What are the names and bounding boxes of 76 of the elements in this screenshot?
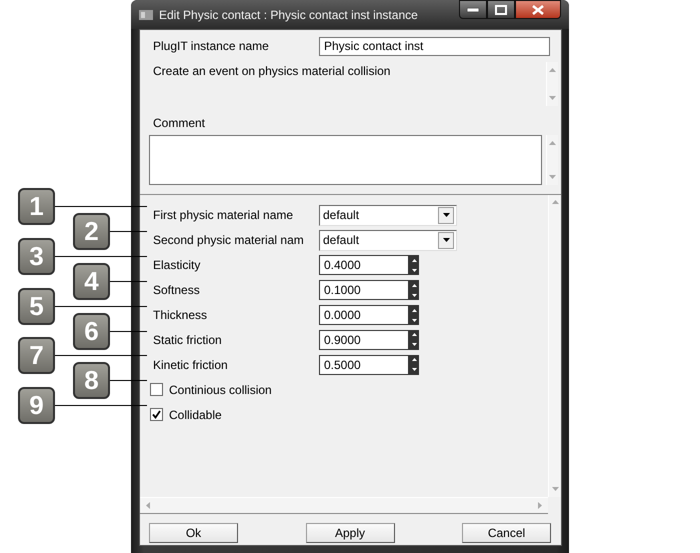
number-field[interactable]: 0.9000 (319, 330, 409, 350)
scroll-left-icon (146, 502, 150, 509)
spin-down-icon (412, 343, 416, 346)
spinner-button[interactable] (409, 330, 419, 350)
apply-button[interactable]: Apply (306, 523, 394, 543)
dropdown[interactable]: default (319, 230, 457, 251)
property-label: Elasticity (153, 258, 202, 272)
maximize-icon (495, 4, 507, 14)
vertical-scrollbar[interactable] (546, 135, 558, 185)
leader-line (110, 280, 147, 282)
spinner-button[interactable] (409, 305, 419, 325)
spin-up-icon (412, 333, 416, 336)
close-button[interactable] (515, 0, 561, 19)
scroll-down-icon (549, 175, 556, 179)
number-field[interactable]: 0.1000 (319, 280, 409, 300)
property-label: Thickness (153, 308, 208, 322)
spin-up-icon (412, 308, 416, 312)
horizontal-scrollbar[interactable] (140, 497, 548, 514)
leader-line (110, 380, 147, 382)
leader-line (110, 230, 147, 232)
property-label: Kinetic friction (153, 358, 229, 372)
number-field[interactable]: 0.5000 (319, 354, 409, 375)
instance-name-field[interactable]: Physic contact inst (319, 36, 550, 56)
scroll-up-icon (552, 200, 558, 204)
spin-up-icon (412, 284, 416, 287)
description-text: Create an event on physics material collision (152, 63, 392, 80)
property-label: Static friction (153, 332, 223, 347)
checkbox[interactable] (150, 408, 163, 422)
dropdown-arrow-icon (442, 213, 450, 218)
spinner-button[interactable] (409, 255, 419, 276)
spin-down-icon (412, 294, 416, 297)
app-icon (139, 8, 153, 20)
scroll-down-icon (549, 96, 556, 100)
vertical-scrollbar[interactable] (546, 62, 558, 106)
scroll-right-icon (538, 502, 542, 509)
vertical-scrollbar[interactable] (548, 195, 561, 497)
leader-line (110, 330, 147, 332)
callout-number: 3 (18, 238, 55, 275)
ok-button[interactable]: Ok (149, 523, 238, 543)
scroll-up-icon (549, 68, 556, 72)
callout-number: 5 (18, 288, 55, 325)
spin-down-icon (412, 268, 416, 272)
callout-number: 4 (73, 262, 110, 300)
spinner-button[interactable] (409, 354, 419, 375)
close-icon (532, 4, 544, 14)
minimize-button[interactable] (459, 0, 487, 19)
callout-number: 8 (73, 362, 110, 400)
scroll-up-icon (549, 141, 556, 145)
dropdown-arrow-icon (442, 238, 450, 242)
callout-number: 7 (18, 337, 55, 374)
spin-down-icon (412, 318, 416, 322)
dropdown[interactable]: default (319, 204, 457, 226)
spinner-button[interactable] (409, 280, 419, 300)
comment-label: Comment (152, 116, 206, 130)
checkbox[interactable] (150, 383, 163, 396)
spin-down-icon (412, 368, 416, 372)
minimize-icon (467, 8, 479, 12)
callout-number: 9 (18, 387, 55, 424)
instance-name-label: PlugIT instance name (153, 39, 270, 53)
comment-field[interactable] (149, 135, 542, 185)
window-title: Edit Physic contact : Physic contact inst instance (159, 8, 419, 22)
scroll-down-icon (552, 487, 558, 491)
property-label: Softness (153, 283, 201, 298)
checkbox-label: Collidable (169, 408, 222, 422)
property-label: Second physic material nam (153, 233, 305, 248)
property-label: First physic material name (153, 208, 294, 222)
number-field[interactable]: 0.4000 (319, 255, 409, 276)
maximize-button[interactable] (487, 0, 515, 19)
cancel-button[interactable]: Cancel (462, 523, 551, 543)
callout-number: 6 (73, 312, 110, 350)
number-field[interactable]: 0.0000 (319, 305, 409, 325)
callout-number: 1 (18, 188, 55, 225)
spin-up-icon (412, 358, 416, 362)
spin-up-icon (412, 258, 416, 262)
checkbox-label: Continious collision (169, 382, 272, 397)
callout-number: 2 (73, 212, 110, 250)
